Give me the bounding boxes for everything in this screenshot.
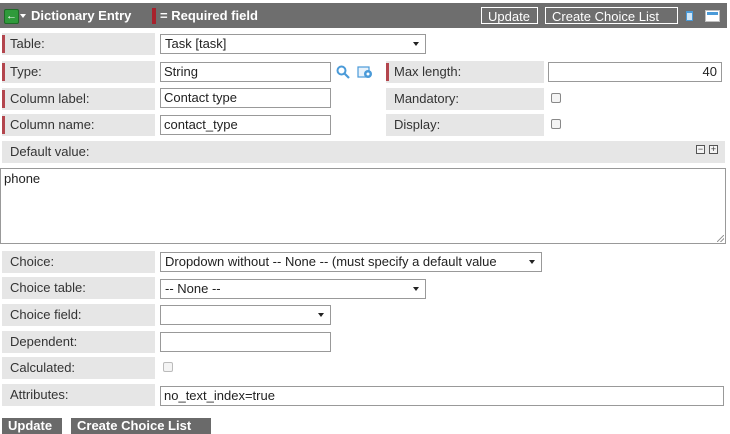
create-choice-list-button-top[interactable]: Create Choice List bbox=[545, 7, 678, 24]
required-field-note: = Required field bbox=[160, 8, 258, 23]
choice-field-label: Choice field: bbox=[10, 307, 82, 322]
mandatory-label: Mandatory: bbox=[394, 91, 460, 106]
page-title: Dictionary Entry bbox=[31, 8, 132, 23]
choice-label: Choice: bbox=[10, 254, 55, 269]
choice-table-label-cell: Choice table: bbox=[2, 277, 155, 299]
column-name-field[interactable]: contact_type bbox=[160, 115, 331, 135]
default-value-label: Default value: bbox=[10, 144, 90, 159]
column-label-label: Column label: bbox=[10, 91, 90, 106]
chevron-down-icon bbox=[529, 260, 535, 264]
type-field[interactable]: String bbox=[160, 62, 331, 82]
max-length-label-cell: Max length: bbox=[386, 61, 544, 83]
choice-field-select[interactable] bbox=[160, 305, 331, 325]
mandatory-label-cell: Mandatory: bbox=[386, 88, 544, 110]
create-choice-list-button-bottom[interactable]: Create Choice List bbox=[71, 418, 211, 434]
reference-icon[interactable] bbox=[357, 65, 373, 79]
mandatory-checkbox[interactable] bbox=[551, 93, 561, 103]
form-header: ← Dictionary Entry = Required field Upda… bbox=[0, 3, 727, 28]
calculated-label: Calculated: bbox=[10, 360, 76, 375]
chevron-down-icon bbox=[318, 313, 324, 317]
attributes-label: Attributes: bbox=[10, 387, 69, 402]
expand-icon[interactable]: + bbox=[709, 145, 718, 154]
collapse-icon[interactable]: − bbox=[696, 145, 705, 154]
required-marker-type bbox=[2, 63, 5, 81]
default-value-text: phone bbox=[4, 171, 41, 186]
choice-field-label-cell: Choice field: bbox=[2, 304, 155, 326]
chevron-down-icon bbox=[413, 42, 419, 46]
choice-select-value: Dropdown without -- None -- (must specif… bbox=[165, 254, 497, 269]
display-checkbox[interactable] bbox=[551, 119, 561, 129]
dependent-label: Dependent: bbox=[10, 334, 78, 349]
choice-select[interactable]: Dropdown without -- None -- (must specif… bbox=[160, 252, 542, 272]
column-name-label-cell: Column name: bbox=[2, 114, 155, 136]
column-name-label: Column name: bbox=[10, 117, 95, 132]
required-marker-column-label bbox=[2, 90, 5, 108]
calculated-checkbox[interactable] bbox=[163, 362, 173, 372]
form-icon[interactable] bbox=[705, 10, 720, 22]
chevron-down-icon bbox=[413, 287, 419, 291]
required-marker-max-length bbox=[386, 63, 389, 81]
resize-handle-icon[interactable] bbox=[717, 235, 724, 242]
delete-icon[interactable] bbox=[686, 11, 693, 21]
context-menu-caret-icon[interactable] bbox=[20, 14, 26, 18]
column-label-label-cell: Column label: bbox=[2, 88, 155, 110]
dependent-field[interactable] bbox=[160, 332, 331, 352]
max-length-label: Max length: bbox=[394, 64, 462, 79]
default-value-textarea[interactable]: phone bbox=[0, 168, 726, 244]
required-marker-table bbox=[2, 35, 5, 53]
update-button-top[interactable]: Update bbox=[481, 7, 538, 24]
table-label-cell: Table: bbox=[2, 33, 155, 55]
table-select-value: Task [task] bbox=[165, 36, 227, 51]
default-value-header: Default value: − + bbox=[2, 141, 725, 163]
type-label-cell: Type: bbox=[2, 61, 155, 83]
column-label-field[interactable]: Contact type bbox=[160, 88, 331, 108]
type-label: Type: bbox=[10, 64, 42, 79]
required-indicator-legend bbox=[152, 8, 156, 24]
back-arrow-icon[interactable]: ← bbox=[4, 9, 19, 24]
choice-label-cell: Choice: bbox=[2, 251, 155, 273]
table-select[interactable]: Task [task] bbox=[160, 34, 426, 54]
max-length-field[interactable]: 40 bbox=[548, 62, 722, 82]
display-label: Display: bbox=[394, 117, 441, 132]
choice-table-select[interactable]: -- None -- bbox=[160, 279, 426, 299]
calculated-label-cell: Calculated: bbox=[2, 357, 155, 379]
attributes-field[interactable]: no_text_index=true bbox=[160, 386, 724, 406]
attributes-label-cell: Attributes: bbox=[2, 384, 155, 406]
choice-table-select-value: -- None -- bbox=[165, 281, 221, 296]
display-label-cell: Display: bbox=[386, 114, 544, 136]
required-marker-column-name bbox=[2, 116, 5, 134]
choice-table-label: Choice table: bbox=[10, 280, 86, 295]
update-button-bottom[interactable]: Update bbox=[2, 418, 62, 434]
search-icon[interactable] bbox=[336, 65, 350, 79]
dependent-label-cell: Dependent: bbox=[2, 331, 155, 353]
table-label: Table: bbox=[10, 36, 45, 51]
